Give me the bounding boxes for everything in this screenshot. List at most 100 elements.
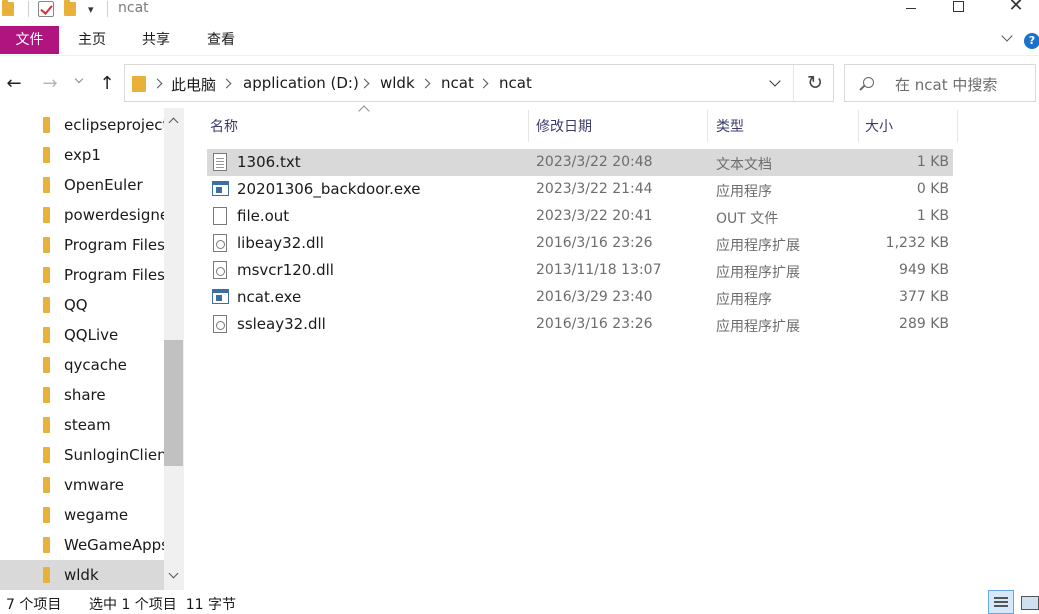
file-row[interactable]: 20201306_backdoor.exe 2023/3/22 21:44 应用… [207, 176, 953, 203]
sidebar-item-wegame[interactable]: wegame [0, 500, 164, 530]
address-bar[interactable]: 此电脑 application (D:) wldk ncat ncat ↻ [124, 64, 834, 102]
breadcrumb-this-pc[interactable]: 此电脑 [171, 74, 216, 95]
maximize-icon [952, 0, 964, 12]
file-type: 文本文档 [716, 157, 772, 173]
sidebar-item-program-files-2[interactable]: Program Files [0, 260, 164, 290]
address-history-chevron-icon[interactable] [769, 77, 781, 89]
sidebar-item-powerdesigner[interactable]: powerdesigner [0, 200, 164, 230]
sidebar-item-label: SunloginClient [64, 446, 164, 464]
dll-file-icon [213, 315, 227, 333]
tab-share[interactable]: 共享 [128, 26, 184, 54]
file-modified: 2023/3/22 20:41 [536, 208, 653, 224]
file-type: 应用程序扩展 [716, 238, 800, 254]
refresh-icon[interactable]: ↻ [802, 71, 828, 95]
breadcrumb-drive[interactable]: application (D:) [243, 74, 359, 92]
folder-icon [2, 0, 14, 18]
file-row[interactable]: msvcr120.dll 2013/11/18 13:07 应用程序扩展 949… [207, 257, 953, 284]
file-row[interactable]: ssleay32.dll 2016/3/16 23:26 应用程序扩展 289 … [207, 311, 953, 338]
scroll-down-icon[interactable] [168, 570, 180, 582]
minimize-button[interactable] [888, 0, 934, 16]
sidebar-item-label: WeGameApps [64, 536, 164, 554]
file-size: 949 KB [899, 262, 949, 278]
breadcrumb-ncat[interactable]: ncat [441, 74, 474, 92]
file-type: 应用程序 [716, 184, 772, 200]
tab-view[interactable]: 查看 [193, 26, 249, 54]
sidebar-scrollbar[interactable] [164, 108, 184, 590]
file-row[interactable]: libeay32.dll 2016/3/16 23:26 应用程序扩展 1,23… [207, 230, 953, 257]
sidebar-item-qqlive[interactable]: QQLive [0, 320, 164, 350]
new-folder-icon[interactable] [64, 0, 76, 18]
qat-dropdown-icon[interactable]: ▾ [88, 0, 94, 18]
search-input[interactable]: 在 ncat 中搜索 [844, 64, 1036, 102]
file-type: 应用程序扩展 [716, 319, 800, 335]
sidebar-item-share[interactable]: share [0, 380, 164, 410]
text-file-icon [213, 153, 227, 171]
breadcrumb-ncat-current[interactable]: ncat [499, 74, 532, 92]
breadcrumb-separator-icon[interactable] [221, 78, 232, 89]
column-header-type[interactable]: 类型 [708, 108, 858, 142]
sidebar-item-vmware[interactable]: vmware [0, 470, 164, 500]
column-header-name[interactable]: 名称 [207, 108, 527, 142]
sidebar-item-label: powerdesigner [64, 206, 164, 224]
file-modified: 2016/3/16 23:26 [536, 316, 653, 332]
expand-ribbon-chevron-icon[interactable] [1001, 32, 1013, 44]
forward-button[interactable]: → [38, 72, 62, 94]
file-size: 1,232 KB [885, 235, 949, 251]
column-divider[interactable] [957, 110, 958, 142]
maximize-button[interactable] [935, 0, 981, 16]
file-row[interactable]: file.out 2023/3/22 20:41 OUT 文件 1 KB [207, 203, 953, 230]
sidebar-item-wegameapps[interactable]: WeGameApps [0, 530, 164, 560]
sidebar-item-qycache[interactable]: qycache [0, 350, 164, 380]
sidebar-item-program-files[interactable]: Program Files [0, 230, 164, 260]
sidebar-item-sunloginclient[interactable]: SunloginClient [0, 440, 164, 470]
tab-file[interactable]: 文件 [0, 26, 59, 54]
address-folder-icon [132, 76, 146, 92]
folder-icon [43, 147, 50, 163]
file-size: 377 KB [899, 289, 949, 305]
back-button[interactable]: ← [2, 72, 26, 94]
sidebar-item-label: QQ [64, 296, 88, 314]
file-size: 1 KB [916, 208, 949, 224]
sidebar-item-openeuler[interactable]: OpenEuler [0, 170, 164, 200]
search-placeholder: 在 ncat 中搜索 [895, 76, 998, 94]
sidebar-item-label: steam [64, 416, 111, 434]
large-icons-view-icon[interactable] [1017, 590, 1039, 614]
recent-locations-chevron-icon[interactable] [75, 76, 85, 86]
column-header-label: 名称 [210, 119, 238, 135]
folder-icon [43, 387, 50, 403]
sidebar-item-exp1[interactable]: exp1 [0, 140, 164, 170]
scroll-up-icon[interactable] [168, 116, 180, 128]
breadcrumb-separator-icon[interactable] [152, 78, 163, 89]
file-size: 1 KB [916, 154, 949, 170]
help-icon[interactable]: ? [1024, 33, 1039, 49]
file-name: msvcr120.dll [237, 261, 334, 279]
file-modified: 2023/3/22 21:44 [536, 181, 653, 197]
breadcrumb-separator-icon[interactable] [478, 78, 489, 89]
folder-icon [43, 567, 50, 583]
file-name: ssleay32.dll [237, 315, 326, 333]
sidebar-item-steam[interactable]: steam [0, 410, 164, 440]
details-view-icon[interactable] [988, 590, 1014, 614]
properties-check-icon[interactable] [38, 0, 54, 18]
sidebar-item-eclipseproject[interactable]: eclipseproject [0, 110, 164, 140]
close-button[interactable]: ✕ [993, 0, 1039, 16]
sidebar-item-wldk[interactable]: wldk [0, 560, 164, 590]
up-button[interactable]: ↑ [95, 72, 119, 94]
dll-file-icon [213, 261, 227, 279]
tab-home[interactable]: 主页 [64, 26, 120, 54]
file-row[interactable]: ncat.exe 2016/3/29 23:40 应用程序 377 KB [207, 284, 953, 311]
file-row[interactable]: 1306.txt 2023/3/22 20:48 文本文档 1 KB [207, 149, 953, 176]
sidebar-item-label: Program Files [64, 266, 164, 284]
breadcrumb-separator-icon[interactable] [420, 78, 431, 89]
file-type: 应用程序 [716, 292, 772, 308]
sidebar-item-qq[interactable]: QQ [0, 290, 164, 320]
scrollbar-thumb[interactable] [164, 340, 183, 466]
address-divider [793, 65, 794, 101]
column-header-modified[interactable]: 修改日期 [529, 108, 707, 142]
file-name: 20201306_backdoor.exe [237, 180, 421, 198]
breadcrumb-separator-icon[interactable] [359, 78, 370, 89]
column-header-size[interactable]: 大小 [859, 108, 957, 142]
breadcrumb-wldk[interactable]: wldk [380, 74, 415, 92]
column-header-label: 大小 [865, 119, 893, 135]
folder-icon [43, 237, 50, 253]
